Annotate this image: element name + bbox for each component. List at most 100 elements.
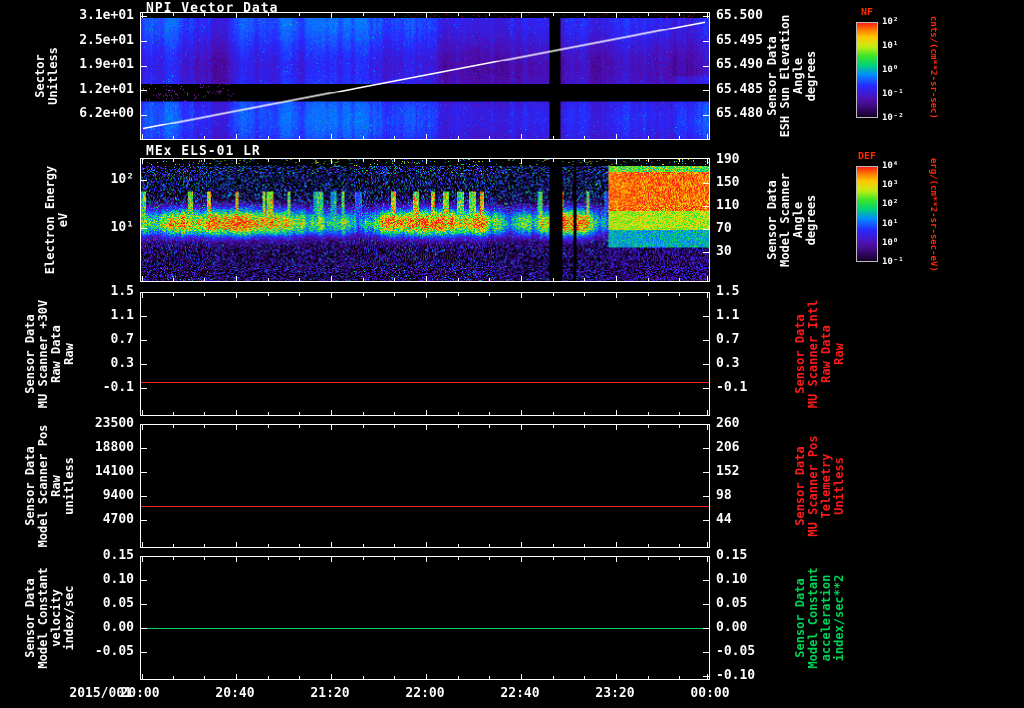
colorbar-tick-label: 10³ [882,180,899,191]
axis-tick-mark [236,674,237,679]
axis-tick-mark [426,557,427,562]
colorbar-tick-label: 10⁻² [882,113,904,123]
axis-tick-mark [616,674,617,679]
axis-tick-mark [679,676,681,679]
axis-tick-mark [142,276,143,281]
axis-tick-mark [172,136,174,139]
axis-tick-mark [204,293,206,296]
tick-label: 18800 [94,440,134,455]
axis-tick-mark [457,278,459,281]
colorbar-tick-label: 10⁴ [882,161,899,171]
tick-label: 0.00 [716,620,748,635]
x-tick-label: 20:00 [120,686,160,701]
axis-tick-mark [236,134,237,139]
axis-tick-mark [521,674,522,679]
tick-label: -0.05 [716,644,756,659]
axis-tick-mark [703,604,709,605]
axis-tick-mark [267,557,269,560]
model-constant-velocity-ticks-left: 0.15 0.10 0.05 0.00 -0.05 [64,544,134,664]
axis-tick-mark [141,580,147,581]
axis-tick-mark [457,676,459,679]
axis-tick-mark [703,114,709,116]
axis-tick-mark [141,40,147,42]
axis-tick-mark [331,134,332,139]
tick-label: 206 [716,440,740,455]
axis-tick-mark [679,278,681,281]
npi-y-axis-label-right: Sensor Data ESH Sun Elevation Angle degr… [765,14,818,138]
axis-tick-mark [703,182,709,184]
tick-label: 0.3 [716,356,740,371]
axis-tick-mark [331,410,332,415]
axis-tick-mark [141,496,147,497]
axis-tick-mark [489,278,491,281]
axis-tick-mark [172,544,174,547]
axis-tick-mark [707,159,708,164]
axis-tick-mark [679,13,681,16]
tick-label: 9400 [102,488,134,503]
axis-tick-mark [204,425,206,428]
axis-tick-mark [703,652,709,653]
axis-tick-mark [362,136,364,139]
axis-tick-mark [584,136,586,139]
axis-tick-mark [394,676,396,679]
axis-tick-mark [457,425,459,428]
x-axis-date: 2015/001 [69,686,132,701]
axis-tick-mark [141,628,147,629]
tick-label: 0.3 [110,356,134,371]
axis-tick-mark [236,425,237,430]
axis-tick-mark [707,425,708,430]
axis-tick-mark [141,228,147,229]
axis-tick-mark [362,557,364,560]
axis-tick-mark [172,278,174,281]
axis-tick-mark [204,159,206,162]
axis-tick-mark [362,278,364,281]
axis-tick-mark [707,134,708,139]
tick-label: 0.00 [102,620,134,635]
axis-tick-mark [394,412,396,415]
axis-tick-mark [707,542,708,547]
axis-tick-mark [267,412,269,415]
axis-tick-mark [426,276,427,281]
axis-tick-mark [584,412,586,415]
axis-tick-mark [584,278,586,281]
axis-tick-mark [489,159,491,162]
axis-tick-mark [457,412,459,415]
axis-tick-mark [236,293,237,298]
axis-tick-mark [616,410,617,415]
axis-tick-mark [141,180,147,181]
colorbar-def-units: erg/(cm**2-sr-sec-eV) [928,158,938,272]
axis-tick-mark [299,136,301,139]
science-stack-plot: NPI Vector Data Sector Unitless 3.1e+01 2… [0,0,1024,708]
axis-tick-mark [457,13,459,16]
axis-tick-mark [616,159,617,164]
axis-tick-mark [703,90,709,92]
x-tick-label: 00:00 [690,686,730,701]
axis-tick-mark [267,13,269,16]
axis-tick-mark [679,159,681,162]
axis-tick-mark [331,542,332,547]
axis-tick-mark [647,293,649,296]
tick-label: -0.05 [94,644,134,659]
axis-tick-mark [236,159,237,164]
colorbar-nf-units: cnts/(cm**2-sr-sec) [928,16,938,119]
els-y-axis-label-right: Sensor Data Model Scanner Angle degrees [765,173,818,267]
axis-tick-mark [204,278,206,281]
axis-tick-mark [394,557,396,560]
tick-label: 6.2e+00 [79,106,134,122]
tick-label: 1.5 [110,284,134,299]
axis-tick-mark [703,448,709,449]
tick-label: -0.1 [102,380,134,395]
axis-tick-mark [142,134,143,139]
colorbar-tick-label: 10⁻¹ [882,89,904,99]
npi-y-ticks-left: 3.1e+01 2.5e+01 1.9e+01 1.2e+01 6.2e+00 [64,4,134,127]
axis-tick-mark [236,557,237,562]
axis-tick-mark [679,557,681,560]
axis-tick-mark [647,557,649,560]
axis-tick-mark [141,388,147,389]
axis-tick-mark [426,159,427,164]
mu-scanner-30v-ticks-right: 1.5 1.1 0.7 0.3 -0.1 [716,280,786,400]
axis-tick-mark [331,557,332,562]
axis-tick-mark [679,136,681,139]
axis-tick-mark [141,340,147,341]
axis-tick-mark [679,425,681,428]
